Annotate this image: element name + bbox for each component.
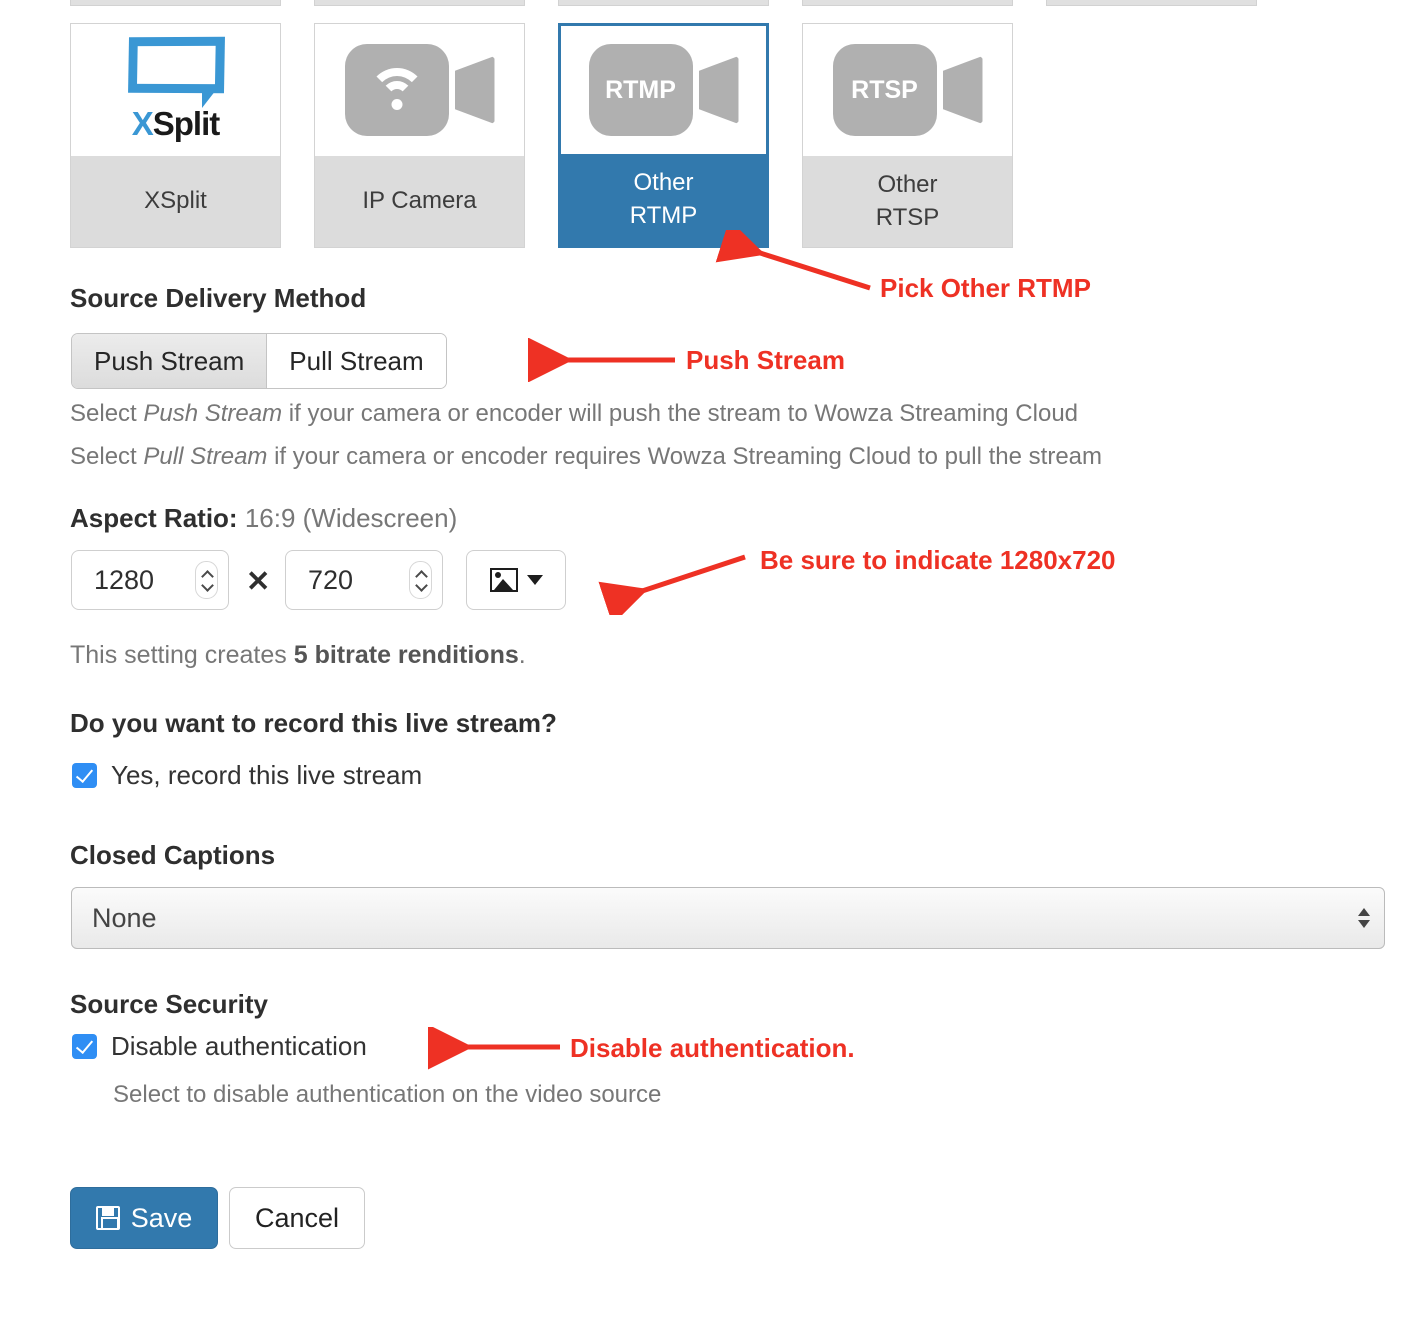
annotation-arrow-push-stream xyxy=(528,338,675,382)
source-tile-label: XSplit xyxy=(71,156,280,247)
disable-auth-checkbox[interactable] xyxy=(72,1034,97,1059)
disable-auth-help-text: Select to disable authentication on the … xyxy=(113,1081,662,1108)
annotation-label-disable-auth: Disable authentication. xyxy=(570,1033,855,1063)
save-button-label: Save xyxy=(130,1202,193,1233)
tile-partial xyxy=(70,0,281,6)
wifi-icon xyxy=(367,68,427,112)
tile-label-line1: XSplit xyxy=(144,187,207,215)
record-stream-checkbox-row[interactable]: Yes, record this live stream xyxy=(72,760,422,791)
chevron-up-icon[interactable] xyxy=(202,572,212,578)
help-text-emphasis: Push Stream xyxy=(143,400,283,427)
source-tile-label: Other RTSP xyxy=(803,156,1012,247)
tile-partial xyxy=(802,0,1013,6)
disable-auth-checkbox-row[interactable]: Disable authentication xyxy=(72,1031,367,1062)
closed-captions-select[interactable]: None xyxy=(71,887,1385,949)
save-button[interactable]: Save xyxy=(70,1187,218,1249)
source-type-tile-grid: XSplit XSplit IP Camera RTMP Other RTMP … xyxy=(70,23,1013,248)
record-question-title: Do you want to record this live stream? xyxy=(70,708,557,738)
bitrate-note-count: 5 bitrate renditions xyxy=(293,641,519,669)
previous-tile-row-partial xyxy=(70,0,1257,6)
source-tile-other-rtsp[interactable]: RTSP Other RTSP xyxy=(802,23,1013,248)
cancel-button-label: Cancel xyxy=(254,1202,340,1233)
bitrate-renditions-note: This setting creates 5 bitrate rendition… xyxy=(70,641,526,670)
annotation-arrow-resolution xyxy=(598,554,746,615)
resolution-preset-dropdown-button[interactable] xyxy=(466,550,566,610)
tile-partial xyxy=(314,0,525,6)
source-delivery-method-title: Source Delivery Method xyxy=(70,283,367,313)
help-text-prefix: Select xyxy=(70,443,144,470)
tile-label-line1: Other xyxy=(633,169,694,197)
xsplit-logo-icon: XSplit xyxy=(71,24,280,156)
chevron-down-icon[interactable] xyxy=(202,583,212,589)
record-stream-checkbox-label: Yes, record this live stream xyxy=(111,760,423,790)
height-value: 720 xyxy=(308,564,354,595)
annotation-label-resolution: Be sure to indicate 1280x720 xyxy=(760,545,1116,575)
pull-stream-help-line: Select Pull Stream if your camera or enc… xyxy=(70,443,1102,471)
width-value: 1280 xyxy=(94,564,155,595)
tile-partial xyxy=(558,0,769,6)
source-delivery-segmented-control[interactable]: Push Stream Pull Stream xyxy=(71,333,447,389)
annotation-label-push-stream: Push Stream xyxy=(686,345,845,375)
tile-partial xyxy=(1046,0,1257,6)
wifi-camera-icon xyxy=(315,24,524,156)
width-input[interactable]: 1280 xyxy=(71,550,229,610)
help-text-prefix: Select xyxy=(70,400,144,427)
source-tile-xsplit[interactable]: XSplit XSplit xyxy=(70,23,281,248)
closed-captions-title: Closed Captions xyxy=(70,840,276,870)
help-text-suffix: if your camera or encoder requires Wowza… xyxy=(267,443,1103,470)
annotation-label-pick-other-rtmp: Pick Other RTMP xyxy=(880,273,1091,303)
rtsp-icon-text: RTSP xyxy=(851,75,918,104)
aspect-ratio-label: Aspect Ratio: xyxy=(70,503,238,533)
rtmp-icon-text: RTMP xyxy=(605,75,676,104)
help-text-suffix: if your camera or encoder will push the … xyxy=(282,400,1079,427)
aspect-ratio-value: 16:9 (Widescreen) xyxy=(244,503,458,533)
record-stream-checkbox[interactable] xyxy=(72,763,97,788)
pull-stream-button[interactable]: Pull Stream xyxy=(267,334,446,388)
dimension-separator-icon: ✕ xyxy=(246,566,271,598)
source-tile-ip-camera[interactable]: IP Camera xyxy=(314,23,525,248)
aspect-ratio-heading: Aspect Ratio: 16:9 (Widescreen) xyxy=(70,503,457,534)
help-text-emphasis: Pull Stream xyxy=(143,443,268,470)
cancel-button[interactable]: Cancel xyxy=(229,1187,365,1249)
tile-label-line1: IP Camera xyxy=(362,187,477,215)
height-input[interactable]: 720 xyxy=(285,550,443,610)
caret-down-icon xyxy=(526,575,543,585)
push-stream-help-line: Select Push Stream if your camera or enc… xyxy=(70,400,1078,428)
select-arrows-icon xyxy=(1358,908,1370,928)
height-stepper[interactable] xyxy=(409,561,432,599)
push-stream-button[interactable]: Push Stream xyxy=(72,334,268,388)
rtmp-camera-icon: RTMP xyxy=(561,26,766,154)
picture-icon xyxy=(489,568,518,592)
width-stepper[interactable] xyxy=(195,561,218,599)
source-tile-label: IP Camera xyxy=(315,156,524,247)
rtsp-camera-icon: RTSP xyxy=(803,24,1012,156)
annotation-arrow-disable-auth xyxy=(428,1027,560,1070)
tile-label-line2: RTSP xyxy=(875,203,940,231)
source-security-title: Source Security xyxy=(70,989,268,1019)
floppy-disk-icon xyxy=(95,1206,120,1230)
source-tile-label: Other RTMP xyxy=(561,154,766,245)
closed-captions-selected-value: None xyxy=(92,902,157,933)
bitrate-note-suffix: . xyxy=(518,641,526,669)
chevron-up-icon[interactable] xyxy=(416,572,426,578)
tile-label-line2: RTMP xyxy=(629,201,698,229)
source-tile-other-rtmp[interactable]: RTMP Other RTMP xyxy=(558,23,769,248)
disable-auth-checkbox-label: Disable authentication xyxy=(111,1031,367,1061)
tile-label-line1: Other xyxy=(877,171,938,199)
bitrate-note-prefix: This setting creates xyxy=(70,641,294,669)
chevron-down-icon[interactable] xyxy=(416,583,426,589)
